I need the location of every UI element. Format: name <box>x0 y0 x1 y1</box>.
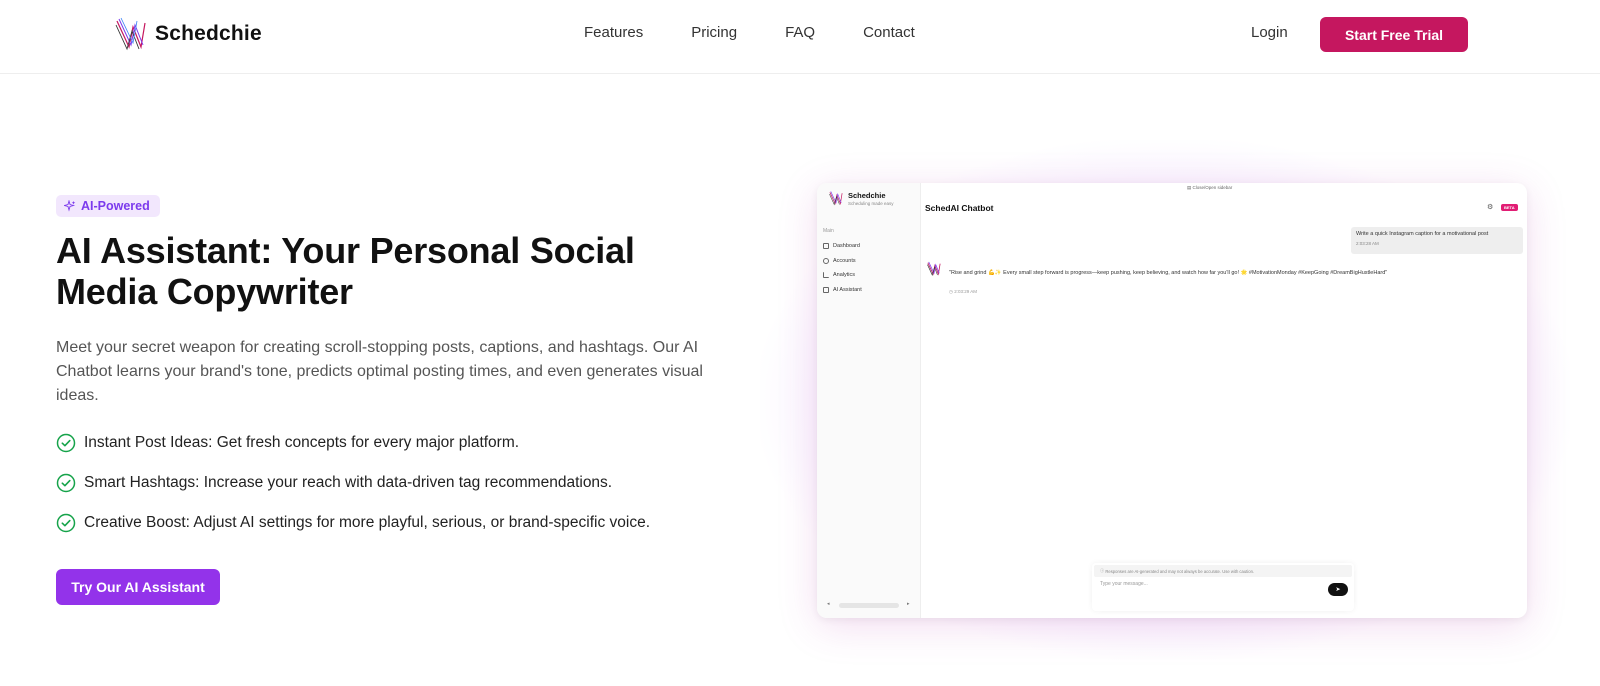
preview-sidebar-label: Dashboard <box>833 243 860 250</box>
hero-title: AI Assistant: Your Personal Social Media… <box>56 230 635 312</box>
check-circle-icon <box>56 473 76 493</box>
check-circle-icon <box>56 513 76 533</box>
brand-logo-icon <box>115 17 146 51</box>
try-ai-assistant-button[interactable]: Try Our AI Assistant <box>56 569 220 605</box>
preview-toggle-sidebar: ▤ Close/Open sidebar <box>1187 185 1233 190</box>
site-header: Schedchie Features Pricing FAQ Contact L… <box>0 0 1600 74</box>
nav-faq[interactable]: FAQ <box>785 24 815 41</box>
nav-features[interactable]: Features <box>584 24 643 41</box>
preview-bot-time: ◷ 2:03:29 AM <box>949 289 977 294</box>
preview-disclaimer: ⓘ Responses are AI-generated and may not… <box>1094 565 1352 577</box>
preview-disclaimer-text: Responses are AI-generated and may not a… <box>1105 568 1255 574</box>
hero-description: Meet your secret weapon for creating scr… <box>56 339 703 404</box>
preview-scroll-right-icon: ▸ <box>907 601 910 607</box>
preview-user-message: Write a quick Instagram caption for a mo… <box>1351 227 1523 254</box>
check-circle-icon <box>56 433 76 453</box>
feature-text: Instant Post Ideas: Get fresh concepts f… <box>84 434 520 451</box>
feature-item: Creative Boost: Adjust AI settings for m… <box>56 513 650 533</box>
preview-input-area: ⓘ Responses are AI-generated and may not… <box>1092 563 1354 611</box>
preview-sidebar-item-dashboard: Dashboard <box>823 239 862 254</box>
feature-text: Creative Boost: Adjust AI settings for m… <box>84 514 651 531</box>
start-free-trial-button[interactable]: Start Free Trial <box>1320 17 1468 52</box>
preview-scroll-left-icon: ◂ <box>827 601 830 607</box>
preview-brand: Schedchie Scheduling made easy <box>829 190 894 206</box>
feature-item: Smart Hashtags: Increase your reach with… <box>56 473 650 493</box>
preview-user-message-text: Write a quick Instagram caption for a mo… <box>1356 231 1489 237</box>
preview-logo-icon <box>829 191 843 206</box>
preview-beta-badge: BETA <box>1501 204 1518 211</box>
preview-brand-sub: Scheduling made easy <box>848 200 894 206</box>
feature-item: Instant Post Ideas: Get fresh concepts f… <box>56 433 650 453</box>
preview-sidebar: Schedchie Scheduling made easy Main Dash… <box>817 183 921 618</box>
ai-icon <box>823 286 829 293</box>
preview-gear-icon: ⚙ <box>1487 204 1494 211</box>
preview-user-time: 2:03:28 AM <box>1356 241 1379 246</box>
preview-bot-message: "Rise and grind 💪✨ Every small step forw… <box>949 270 1388 276</box>
brand-name: Schedchie <box>155 22 262 45</box>
users-icon <box>823 257 829 264</box>
feature-list: Instant Post Ideas: Get fresh concepts f… <box>56 433 650 553</box>
preview-sidebar-item-analytics: Analytics <box>823 268 862 283</box>
app-preview-screenshot: Schedchie Scheduling made easy Main Dash… <box>817 183 1527 618</box>
login-link[interactable]: Login <box>1251 24 1288 41</box>
preview-message-input: Type your message... <box>1100 581 1148 587</box>
preview-send-icon: ➤ <box>1328 583 1348 596</box>
preview-sidebar-label: Analytics <box>833 272 856 279</box>
feature-text: Smart Hashtags: Increase your reach with… <box>84 474 613 491</box>
chart-icon <box>823 272 829 279</box>
preview-sidebar-item-ai-assistant: AI Assistant <box>823 283 862 298</box>
nav-contact[interactable]: Contact <box>863 24 915 41</box>
dashboard-icon <box>823 243 829 250</box>
preview-toggle-label: Close/Open sidebar <box>1192 185 1233 190</box>
preview-brand-name: Schedchie <box>848 190 886 200</box>
preview-scrollbar <box>839 603 899 608</box>
brand[interactable]: Schedchie <box>115 17 262 51</box>
badge-label: AI-Powered <box>81 199 150 213</box>
preview-bot-time-text: 2:03:29 AM <box>954 289 977 294</box>
sparkles-icon <box>64 200 76 212</box>
nav-pricing[interactable]: Pricing <box>691 24 737 41</box>
ai-powered-badge: AI-Powered <box>56 195 160 217</box>
preview-section-label: Main <box>823 228 834 234</box>
preview-sidebar-label: Accounts <box>833 257 856 264</box>
preview-sidebar-label: AI Assistant <box>833 286 862 293</box>
preview-chat-title: SchedAI Chatbot <box>925 203 994 213</box>
main-nav: Features Pricing FAQ Contact <box>584 24 915 41</box>
preview-sidebar-item-accounts: Accounts <box>823 254 862 269</box>
preview-bot-avatar-icon <box>927 261 941 276</box>
preview-sidebar-nav: Dashboard Accounts Analytics AI Assistan… <box>823 239 862 297</box>
